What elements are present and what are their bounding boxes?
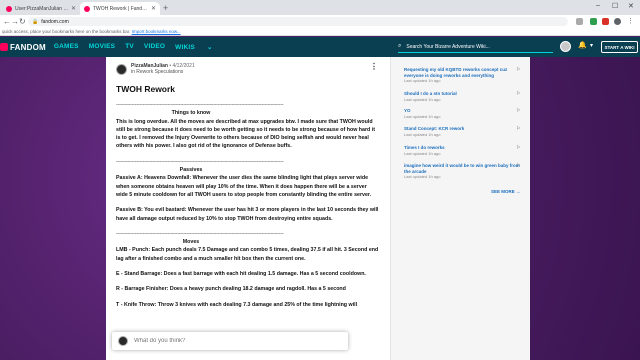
user-avatar[interactable] [560, 41, 571, 52]
rail-item[interactable]: Stand Concept: KCR rework Last updated 1… [404, 126, 522, 137]
forward-icon[interactable]: → [11, 16, 19, 27]
browser-tab-active[interactable]: TWOH Rework | Fandom ✕ [80, 2, 160, 15]
nav-movies[interactable]: MOVIES [89, 43, 115, 51]
post-title: TWOH Rework [116, 84, 176, 94]
post-body: ----------------------------------------… [116, 101, 380, 316]
browser-tab[interactable]: User:PizzaManJulian | Your Bizarr ✕ [2, 2, 80, 15]
close-window-icon[interactable]: ✕ [628, 2, 634, 10]
section-heading-moves: Moves [182, 239, 200, 246]
post-paragraph: Passive B: You evil bastard: Whenever th… [116, 207, 379, 222]
star-icon[interactable] [576, 18, 583, 25]
discussion-icon: ⚐ [516, 91, 521, 97]
rail-item-time: Last updated 1h ago [404, 78, 441, 84]
fandom-nav-bar: FANDOM GAMES MOVIES TV VIDEO WIKIS ⌄ ⌕ S… [0, 37, 640, 57]
post-paragraph: Passive A: Heavens Downfall: Whenever th… [116, 175, 372, 198]
chevron-down-icon: ⌄ [206, 44, 213, 51]
wiki-search-input[interactable]: ⌕ Search Your Bizarre Adventure Wiki... [398, 41, 553, 53]
fandom-heart-icon [0, 43, 8, 51]
fandom-logo-text: FANDOM [10, 42, 46, 52]
reply-input[interactable] [134, 338, 334, 344]
separator-line: ----------------------------------------… [116, 102, 284, 108]
post-author-block: PizzaManJulian • 4/12/2021 in Rework Spe… [116, 63, 195, 75]
post-paragraph: T - Knife Throw: Throw 3 knives with eac… [116, 301, 358, 308]
user-menu-chevron-icon[interactable]: ▾ [590, 42, 593, 49]
import-bookmarks-link[interactable]: Import bookmarks now... [132, 29, 181, 34]
back-icon[interactable]: ← [3, 16, 11, 27]
browser-menu-icon[interactable]: ⋮ [627, 18, 634, 25]
maximize-icon[interactable]: ☐ [612, 2, 618, 10]
nav-video[interactable]: VIDEO [144, 43, 165, 51]
browser-toolbar: ← → ↻ 🔒 fandom.com ⋮ [0, 15, 640, 28]
browser-tab-strip: User:PizzaManJulian | Your Bizarr ✕ TWOH… [0, 0, 640, 15]
rail-item[interactable]: imagine how weird it would be to win gre… [404, 163, 522, 179]
discussion-icon: ⚐ [516, 108, 521, 114]
separator-line: ----------------------------------------… [116, 158, 284, 165]
fandom-logo[interactable]: FANDOM [0, 43, 46, 52]
minimize-icon[interactable]: – [596, 2, 600, 9]
rail-item[interactable]: Requesting my old KQBTD reworks concept … [404, 67, 522, 83]
discussion-icon: ⚐ [516, 163, 521, 169]
rail-item-time: Last updated 1h ago [404, 131, 441, 137]
reply-avatar [118, 336, 128, 346]
rail-item-time: Last updated 1h ago [404, 174, 441, 180]
search-placeholder: Search Your Bizarre Adventure Wiki... [406, 43, 490, 50]
discussion-icon: ⚐ [516, 145, 521, 151]
separator-line: ----------------------------------------… [116, 230, 284, 237]
rail-item[interactable]: Should I do a stn tutorial Last updated … [404, 91, 522, 102]
post-category[interactable]: in Rework Speculations [131, 69, 195, 75]
rail-item-time: Last updated 1h ago [404, 113, 441, 119]
fandom-nav-links: GAMES MOVIES TV VIDEO WIKIS ⌄ [54, 43, 233, 51]
discussion-icon: ⚐ [516, 67, 521, 73]
fandom-favicon-icon [6, 5, 12, 12]
rail-item-time: Last updated 1h ago [404, 150, 441, 156]
rail-item-time: Last updated 1h ago [404, 96, 441, 102]
post-paragraph: R - Barrage Finisher: Does a heavy punch… [116, 286, 346, 293]
nav-games[interactable]: GAMES [54, 43, 79, 51]
fandom-favicon-icon [84, 5, 90, 12]
post-options-icon[interactable]: ⋮ [370, 63, 378, 71]
rail-item-title[interactable]: imagine how weird it would be to win gre… [404, 163, 522, 174]
url-text: fandom.com [41, 18, 69, 25]
bookmarks-hint: quick access, place your bookmarks here … [2, 29, 131, 34]
rail-item[interactable]: YO Last updated 1h ago ⚐ [404, 108, 522, 119]
section-heading-things: Things to know [171, 110, 211, 117]
author-meta: PizzaManJulian • 4/12/2021 in Rework Spe… [131, 63, 195, 75]
rail-item[interactable]: Times I do reworks Last updated 1h ago ⚐ [404, 145, 522, 156]
new-tab-button[interactable]: + [163, 3, 168, 13]
post-paragraph: LMB - Punch: Each punch deals 7.5 Damage… [116, 247, 379, 262]
extension-icon[interactable] [602, 18, 609, 25]
discussion-icon: ⚐ [516, 126, 521, 132]
start-a-wiki-button[interactable]: START A WIKI [601, 41, 638, 53]
extension-icon[interactable] [590, 18, 597, 25]
nav-tv[interactable]: TV [125, 43, 134, 51]
close-tab-icon[interactable]: ✕ [151, 5, 156, 12]
reply-box[interactable] [112, 332, 348, 350]
search-icon: ⌕ [398, 43, 402, 49]
reload-icon[interactable]: ↻ [19, 16, 26, 27]
section-heading-passives: Passives [179, 167, 203, 174]
close-tab-icon[interactable]: ✕ [71, 5, 76, 12]
post-article: PizzaManJulian • 4/12/2021 in Rework Spe… [106, 57, 390, 360]
author-avatar[interactable] [116, 63, 127, 75]
post-paragraph: E - Stand Barrage: Does a fast barrage w… [116, 271, 366, 278]
nav-wikis[interactable]: WIKIS ⌄ [175, 43, 222, 51]
rail-item-title[interactable]: Requesting my old KQBTD reworks concept … [404, 67, 522, 78]
tab-title: User:PizzaManJulian | Your Bizarr [15, 5, 69, 12]
nav-wikis-label: WIKIS [175, 44, 195, 51]
address-bar[interactable]: 🔒 fandom.com [28, 17, 568, 26]
see-more-link[interactable]: SEE MORE → [491, 189, 521, 194]
post-paragraph: This is long overdue. All the moves are … [116, 118, 375, 150]
lock-icon: 🔒 [32, 18, 39, 25]
tab-title: TWOH Rework | Fandom [93, 5, 149, 12]
profile-icon[interactable] [614, 18, 621, 25]
related-posts-rail: Requesting my old KQBTD reworks concept … [390, 57, 530, 360]
bookmarks-bar: quick access, place your bookmarks here … [0, 28, 640, 36]
notifications-icon[interactable]: 🔔 [578, 41, 587, 49]
